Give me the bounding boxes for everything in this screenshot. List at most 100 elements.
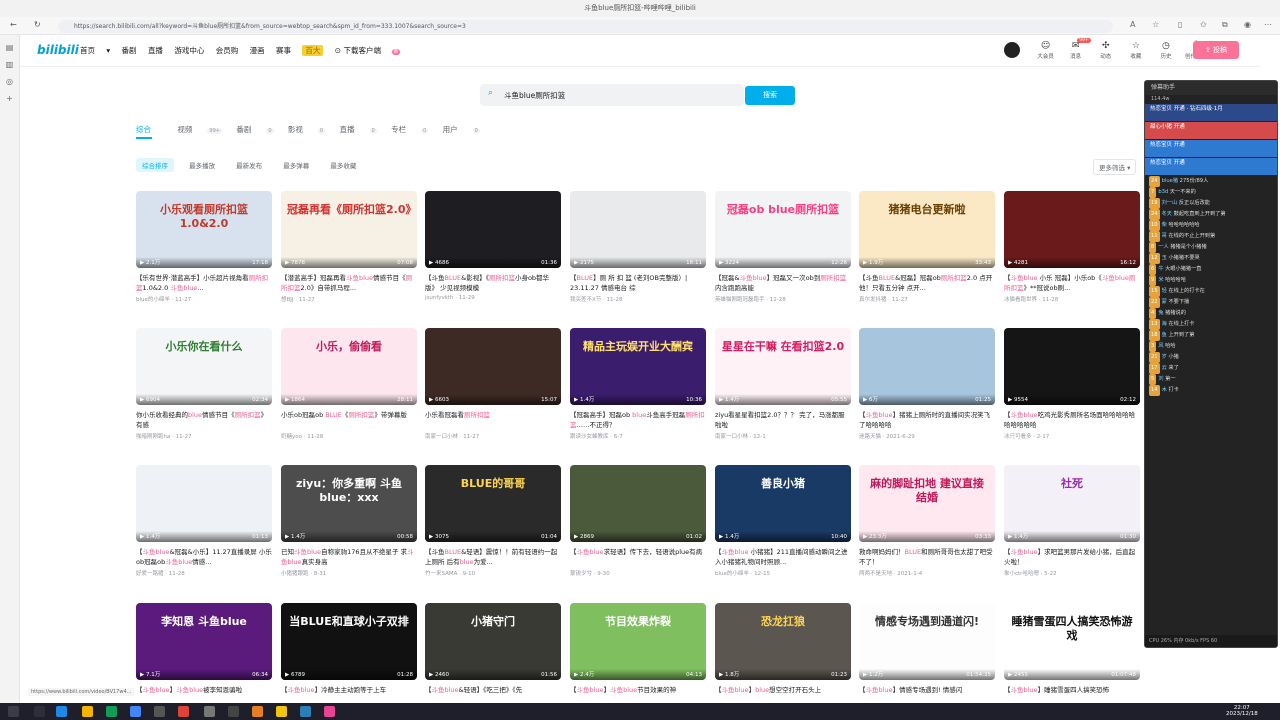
tab-movie[interactable]: 影视 0 (288, 125, 326, 134)
video-title[interactable]: 小乐看冠磊看厕所扣篮 (425, 410, 561, 430)
avatar[interactable] (1004, 42, 1020, 58)
video-title[interactable]: 【斗鱼BLUE&冠磊】冠磊ob厕所扣篮2.0 点开他！只看五分钟 点开... (859, 273, 995, 293)
tab-all[interactable]: 综合 (136, 125, 163, 134)
add-icon[interactable]: + (0, 94, 19, 103)
split-icon[interactable]: ▯ (1178, 20, 1182, 29)
video-thumbnail[interactable]: 小猪守门 ▶ 2460 01:56 (425, 603, 561, 680)
uploader-info[interactable]: jsunfyvkth · 11-29 (425, 295, 561, 301)
uploader-info[interactable]: 两两不是天地 · 2021-1-4 (859, 569, 995, 577)
nav-item-esports[interactable]: 赛事 (276, 46, 291, 55)
video-thumbnail[interactable]: BLUE的哥哥 ▶ 3075 01:04 (425, 465, 561, 542)
video-thumbnail[interactable]: 冠磊ob blue厕所扣篮 ▶ 3224 12:28 (715, 191, 851, 268)
favorite-icon[interactable]: ☆ (1152, 20, 1159, 29)
video-title[interactable]: 你小乐收看经典的blue情感节目《厕所扣篮》有感 (136, 410, 272, 430)
video-thumbnail[interactable]: 善良小猪 ▶ 1.4万 10:40 (715, 465, 851, 542)
more-filters-button[interactable]: 更多筛选 ▾ (1093, 159, 1137, 175)
video-card[interactable]: 冠磊再看《厕所扣篮2.0》 ▶ 7878 07:08 【潜蓝高手】冠磊再看斗鱼blue… (281, 191, 417, 303)
read-aloud-icon[interactable]: A (1130, 20, 1135, 29)
tab-icon[interactable]: ▥ (0, 60, 19, 69)
back-icon[interactable]: ← (10, 20, 17, 29)
video-card[interactable]: 睡猪雪蛋四人搞笑恐怖游戏 ▶ 2455 01:07:48 【斗鱼blue】睡猪雪蛋四人… (1004, 603, 1140, 707)
sort-favorites[interactable]: 最多收藏 (324, 158, 362, 172)
video-title[interactable]: 【BLUE】厕 所 扣 篮 (老刘OB完整版）| 23.11.27 情感电台 综 (570, 273, 706, 293)
top100-badge[interactable]: 百大 (302, 45, 324, 56)
uploader-info[interactable]: 我买差不X节 · 11-28 (570, 295, 706, 303)
search-input[interactable]: ⌕ 斗鱼blue厕所扣篮 (480, 84, 744, 106)
video-thumbnail[interactable]: 猪猪电台更新啦 ▶ 1.9万 33:43 (859, 191, 995, 268)
uploader-info[interactable]: 蒙锐夕兮 · 9-30 (570, 569, 706, 577)
video-title[interactable]: 【斗鱼blue】斗鱼blue节目效果的神 (570, 685, 706, 705)
folder-icon[interactable] (82, 706, 93, 717)
video-card[interactable]: 星星在干嘛 在看扣篮2.0 ▶ 1.4万 05:55 ziyu看星星看扣篮2.0？？？… (715, 328, 851, 440)
video-title[interactable]: 【斗鱼BLUE&轻语】震惊！！前有轻语约一起上厕所 后有blue为爱... (425, 547, 561, 567)
video-title[interactable]: 小乐ob冠磊ob BLUE《厕所扣篮》带弹幕版 (281, 410, 417, 430)
uploader-info[interactable]: 冰猫看跑世界 · 11-28 (1004, 295, 1140, 303)
video-card[interactable]: ▶ 2869 01:02 【斗鱼blue求轻语】传下去，轻语说plue有病 蒙锐夕兮 … (570, 465, 706, 577)
video-card[interactable]: ▶ 4686 01:36 【斗鱼BLUE&影视】《厕所扣篮小身ob都华版》 少见视频… (425, 191, 561, 301)
video-title[interactable]: 【斗鱼blue&轻语】《吃三把》《先 (425, 685, 561, 705)
sort-views[interactable]: 最多播放 (183, 158, 221, 172)
video-thumbnail[interactable]: ziyu：你多重啊 斗鱼blue：xxx ▶ 1.4万 00:58 (281, 465, 417, 542)
nav-item-anime[interactable]: 番剧 (122, 46, 137, 55)
tab-bangumi[interactable]: 番剧 0 (236, 125, 274, 134)
tab-user[interactable]: 用户 0 (443, 125, 480, 134)
video-thumbnail[interactable]: 李知恩 斗鱼blue ▶ 7.1万 06:34 (136, 603, 272, 680)
nav-item-manga[interactable]: 漫画 (250, 46, 265, 55)
bilibili-logo[interactable]: bilibili (37, 43, 79, 57)
video-title[interactable]: 【斗鱼blue&冠磊&小乐】11.27直播录屏 小乐ob冠磊ob斗鱼blue情感… (136, 547, 272, 567)
video-thumbnail[interactable]: 麻的脚趾扣地 建议直接结婚 ▶ 23.3万 03:33 (859, 465, 995, 542)
video-card[interactable]: 社死 ▶ 1.4万 01:30 【斗鱼blue】求吧篮男那片发给小猪，后直起火啦！ 象小… (1004, 465, 1140, 577)
video-title[interactable]: 救命啊妈妈们！BLUE和厕所哥哥也太甜了吧受不了！ (859, 547, 995, 567)
video-title[interactable]: 【斗鱼blue 小乐 冠磊】小乐ob《斗鱼blue厕所扣篮》**冠说ob刷... (1004, 273, 1140, 293)
video-thumbnail[interactable]: 小乐，偷偷看 ▶ 1864 28:11 (281, 328, 417, 405)
tab-live[interactable]: 直播 0 (340, 125, 377, 134)
video-title[interactable]: 【斗鱼blue】求吧篮男那片发给小猪，后直起火啦！ (1004, 547, 1140, 567)
video-thumbnail[interactable]: ▶ 2869 01:02 (570, 465, 706, 542)
nav-item-home[interactable]: 首页 ▾ (80, 46, 110, 55)
video-thumbnail[interactable]: 情感专场遇到通道闪! ▶ 1.2万 01:54:35 (859, 603, 995, 680)
video-card[interactable]: ▶ 1.4万 01:13 【斗鱼blue&冠磊&小乐】11.27直播录屏 小乐ob冠… (136, 465, 272, 577)
video-card[interactable]: 李知恩 斗鱼blue ▶ 7.1万 06:34 【斗鱼blue】斗鱼blue被李知恩骗… (136, 603, 272, 707)
video-card[interactable]: 当BLUE和直球小子双排 ▶ 6789 01:28 【斗鱼blue】冷静主主动跑等于上… (281, 603, 417, 707)
tab-article[interactable]: 专栏 0 (391, 125, 429, 134)
video-title[interactable]: 【潜蓝高手】冠磊再看斗鱼blue情感节目《厕所扣篮2.0》自带抓马程... (281, 273, 417, 293)
video-title[interactable]: 【斗鱼blue】睡猪雪蛋四人搞笑恐怖 (1004, 685, 1140, 705)
uploader-info[interactable]: 真尔发抖猪 · 11-27 (859, 295, 995, 303)
taskbar-app-icon[interactable] (106, 706, 117, 717)
refresh-icon[interactable]: ↻ (34, 20, 41, 29)
edge-icon[interactable] (56, 706, 67, 717)
video-card[interactable]: 猪猪电台更新啦 ▶ 1.9万 33:43 【斗鱼BLUE&冠磊】冠磊ob厕所扣篮2.0… (859, 191, 995, 303)
uploader-info[interactable]: 小猪猪跟跑 · 8-31 (281, 569, 417, 577)
video-card[interactable]: 小猪守门 ▶ 2460 01:56 【斗鱼blue&轻语】《吃三把》《先 (425, 603, 561, 707)
video-title[interactable]: 【冠磊高手】冠磊ob blue斗鱼高手冠磊厕所扣篮……不正得？ (570, 410, 706, 430)
favorites-bar-icon[interactable]: ✩ (1200, 20, 1207, 29)
video-card[interactable]: 精品主玩娱开业大酬宾 ▶ 1.4万 10:36 【冠磊高手】冠磊ob blue斗鱼高手… (570, 328, 706, 440)
tab-icon[interactable]: ◎ (0, 77, 19, 86)
profile-icon[interactable]: ◉ (1244, 20, 1251, 29)
video-thumbnail[interactable]: ▶ 9554 02:12 (1004, 328, 1140, 405)
taskbar-app-icon[interactable] (154, 706, 165, 717)
vip-button[interactable]: ☺ 大会员 (1033, 41, 1058, 60)
taskbar-app-icon[interactable] (324, 706, 335, 717)
video-title[interactable]: 【斗鱼blue吃鸡光影秀厕所名场面哈哈哈哈哈哈哈哈哈哈 (1004, 410, 1140, 430)
video-card[interactable]: 小乐观看厕所扣篮1.0&2.0 ▶ 2.1万 17:18 【乐有世界·潜蓝高手】小乐超… (136, 191, 272, 303)
video-title[interactable]: 【斗鱼blue】情感专场遇到! 情感闪 (859, 685, 995, 705)
sort-default[interactable]: 综合排序 (136, 158, 174, 172)
video-title[interactable]: 【乐有世界·潜蓝高手】小乐超片视角看厕所扣篮1.0&2.0 斗鱼blue... (136, 273, 272, 293)
messages-button[interactable]: ✉ 消息 99+ (1063, 38, 1091, 60)
video-thumbnail[interactable]: 社死 ▶ 1.4万 01:30 (1004, 465, 1140, 542)
start-icon[interactable] (8, 706, 19, 717)
taskbar-app-icon[interactable] (228, 706, 239, 717)
taskbar-app-icon[interactable] (252, 706, 263, 717)
taskbar-app-icon[interactable] (34, 706, 45, 717)
video-card[interactable]: 小乐你在看什么 ▶ 6904 02:34 你小乐收看经典的blue情感节目《厕所扣篮》… (136, 328, 272, 440)
uploader-info[interactable]: 迷路天猫 · 2021-6-29 (859, 432, 995, 440)
sort-newest[interactable]: 最新发布 (230, 158, 268, 172)
uploader-info[interactable]: 英雄猫刚跑冠磊跑手 · 11-28 (715, 295, 851, 303)
upload-button[interactable]: ⇪ 投稿 (1193, 41, 1239, 59)
favorites-button[interactable]: ☆ 收藏 (1123, 41, 1148, 60)
video-thumbnail[interactable]: 小乐你在看什么 ▶ 6904 02:34 (136, 328, 272, 405)
video-title[interactable]: 【斗鱼blue 小猪猪】211直播间感动瞬间之进入小猪猪礼物间时照顾... (715, 547, 851, 567)
uploader-info[interactable]: 咖暗刚刚跑ha · 11-27 (136, 432, 272, 440)
uploader-info[interactable]: blue的小绵羊 · 12-15 (715, 569, 851, 577)
